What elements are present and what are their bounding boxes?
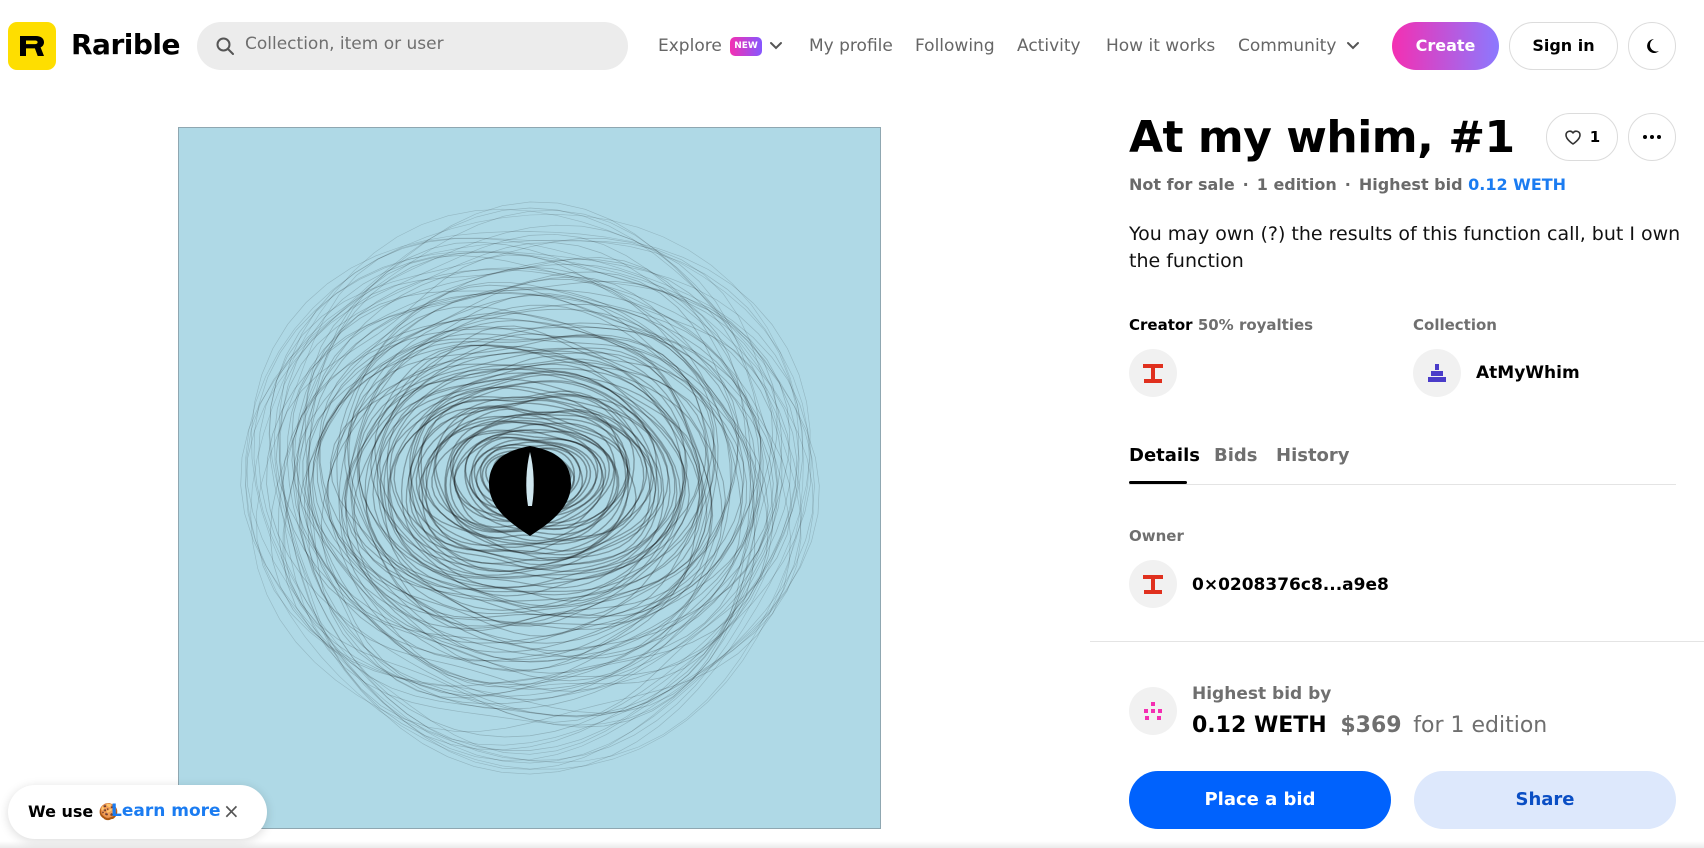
chevron-down-icon[interactable]: [1346, 41, 1360, 51]
nav-following[interactable]: Following: [915, 36, 995, 56]
bid-section-divider: [1090, 641, 1704, 642]
cookie-text: We use 🍪: [28, 802, 119, 821]
close-icon[interactable]: ×: [223, 799, 240, 823]
item-description: You may own (?) the results of this func…: [1129, 223, 1681, 272]
dark-mode-toggle[interactable]: [1628, 22, 1676, 70]
creator-logo-icon: [1143, 364, 1163, 383]
creator-label: Creator 50% royalties: [1129, 316, 1313, 334]
nft-artwork-image[interactable]: [178, 127, 881, 829]
bid-amount: 0.12 WETH: [1192, 713, 1327, 738]
owner-logo-icon: [1143, 575, 1163, 594]
chevron-down-icon[interactable]: [769, 41, 783, 51]
item-meta: Not for sale · 1 edition · Highest bid 0.12 …: [1129, 175, 1567, 194]
place-bid-button[interactable]: Place a bid: [1129, 771, 1391, 829]
edition-count: 1 edition: [1256, 175, 1337, 194]
nav-my-profile[interactable]: My profile: [809, 36, 893, 56]
more-options-button[interactable]: [1628, 113, 1676, 161]
share-button[interactable]: Share: [1414, 771, 1676, 829]
bid-usd: $369: [1340, 713, 1402, 738]
highest-bid-label: Highest bid: [1358, 175, 1463, 194]
collection-name[interactable]: AtMyWhim: [1476, 363, 1580, 383]
search-input[interactable]: Collection, item or user: [197, 22, 628, 70]
like-button[interactable]: 1: [1546, 113, 1618, 161]
highest-bid-amount: 0.12 WETH $369 for 1 edition: [1192, 713, 1547, 738]
item-title: At my whim, #1: [1129, 112, 1515, 163]
highest-bid-value: 0.12 WETH: [1468, 175, 1567, 194]
top-navbar: Rarible Collection, item or user Explore…: [0, 0, 1704, 92]
bid-edition-text: for 1 edition: [1413, 713, 1548, 738]
collection-logo-icon: [1428, 364, 1446, 382]
new-badge: NEW: [730, 37, 762, 56]
create-button[interactable]: Create: [1392, 22, 1499, 70]
search-icon: [216, 37, 234, 55]
rarible-logo-icon[interactable]: [8, 22, 56, 70]
bidder-avatar[interactable]: [1129, 687, 1177, 735]
creator-avatar[interactable]: [1129, 349, 1177, 397]
collection-label: Collection: [1413, 316, 1497, 334]
sale-status: Not for sale: [1129, 175, 1235, 194]
moon-icon: [1647, 39, 1659, 53]
nav-activity[interactable]: Activity: [1017, 36, 1081, 56]
sign-in-button[interactable]: Sign in: [1509, 22, 1618, 70]
search-placeholder: Collection, item or user: [245, 34, 444, 54]
bottom-shadow: [0, 841, 1704, 848]
creator-label-text: Creator: [1129, 316, 1193, 334]
cookie-banner: We use 🍪 Learn more ×: [8, 785, 267, 839]
brand-name[interactable]: Rarible: [71, 28, 181, 61]
learn-more-link[interactable]: Learn more: [111, 801, 221, 821]
heart-icon: [1564, 130, 1581, 145]
collection-avatar[interactable]: [1413, 349, 1461, 397]
bidder-logo-icon: [1144, 702, 1162, 720]
nav-explore[interactable]: Explore: [658, 36, 722, 56]
more-horizontal-icon: [1643, 135, 1661, 139]
tab-history[interactable]: History: [1276, 445, 1350, 466]
nav-how-it-works[interactable]: How it works: [1106, 36, 1215, 56]
like-count: 1: [1589, 128, 1601, 146]
royalties-text: 50% royalties: [1197, 316, 1314, 334]
tabs-divider: [1129, 484, 1676, 485]
owner-address[interactable]: 0×0208376c8...a9e8: [1192, 575, 1389, 595]
highest-bid-by-label: Highest bid by: [1192, 684, 1332, 704]
nav-community[interactable]: Community: [1238, 36, 1336, 56]
tab-bids[interactable]: Bids: [1214, 445, 1258, 466]
tab-details[interactable]: Details: [1129, 445, 1200, 466]
owner-avatar[interactable]: [1129, 560, 1177, 608]
owner-label: Owner: [1129, 527, 1184, 545]
